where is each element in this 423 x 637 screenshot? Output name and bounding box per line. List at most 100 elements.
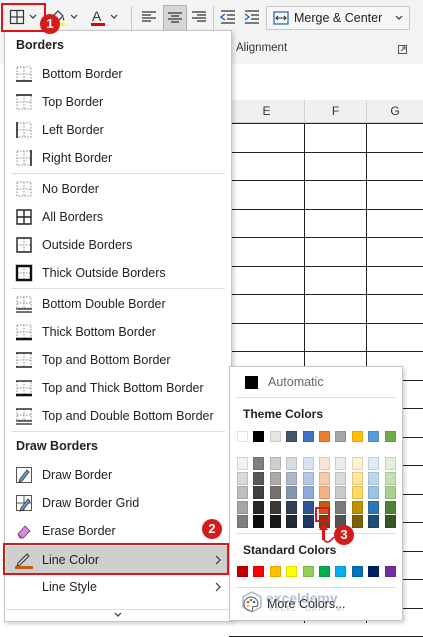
theme-shade-swatch[interactable]	[286, 515, 298, 528]
theme-shade-swatch[interactable]	[384, 486, 396, 499]
theme-shade-swatch[interactable]	[351, 486, 363, 499]
no-border-item[interactable]: No Border	[6, 176, 230, 202]
theme-shade-swatch[interactable]	[237, 471, 248, 485]
bottom-double-border-item[interactable]: Bottom Double Border	[6, 291, 230, 317]
standard-color-swatch[interactable]	[351, 566, 363, 577]
theme-shade-swatch[interactable]	[253, 515, 265, 528]
draw-border-grid-item[interactable]: Draw Border Grid	[6, 490, 230, 516]
theme-shade-swatch[interactable]	[253, 457, 265, 470]
thick-bottom-border-item[interactable]: Thick Bottom Border	[6, 319, 230, 345]
theme-shade-swatch[interactable]	[368, 500, 380, 514]
theme-color-swatch[interactable]	[269, 431, 281, 442]
theme-color-swatch[interactable]	[384, 431, 396, 442]
theme-shade-swatch[interactable]	[368, 515, 380, 528]
standard-color-swatch[interactable]	[319, 566, 330, 577]
font-color-button[interactable]: A	[86, 6, 120, 28]
all-borders-item[interactable]: All Borders	[6, 204, 230, 230]
theme-shade-swatch[interactable]	[302, 486, 314, 499]
align-center-button[interactable]	[163, 5, 187, 31]
draw-border-grid-icon	[16, 495, 32, 512]
automatic-color-option[interactable]: Automatic	[231, 371, 401, 393]
theme-shade-swatch[interactable]	[269, 515, 281, 528]
theme-shade-swatch[interactable]	[319, 486, 330, 499]
theme-shade-swatch[interactable]	[253, 486, 265, 499]
theme-shade-swatch[interactable]	[253, 471, 265, 485]
theme-shade-swatch[interactable]	[302, 471, 314, 485]
menu-scroll-down-button[interactable]	[6, 609, 230, 620]
theme-shade-swatch[interactable]	[384, 515, 396, 528]
theme-shade-swatch[interactable]	[237, 486, 248, 499]
dialog-launcher-icon[interactable]	[398, 45, 407, 54]
theme-shade-swatch[interactable]	[286, 471, 298, 485]
decrease-indent-button[interactable]	[217, 6, 239, 28]
theme-shade-swatch[interactable]	[286, 486, 298, 499]
theme-shade-swatch[interactable]	[351, 457, 363, 470]
theme-shade-swatch[interactable]	[319, 457, 330, 470]
theme-color-swatch[interactable]	[368, 431, 380, 442]
theme-shade-swatch[interactable]	[319, 471, 330, 485]
theme-shade-swatch[interactable]	[269, 457, 281, 470]
theme-shade-swatch[interactable]	[335, 457, 347, 470]
standard-color-swatch[interactable]	[253, 566, 265, 577]
top-border-item[interactable]: Top Border	[6, 89, 230, 115]
bottom-border-item[interactable]: Bottom Border	[6, 61, 230, 87]
top-and-bottom-border-item[interactable]: Top and Bottom Border	[6, 347, 230, 373]
theme-shade-swatch[interactable]	[302, 515, 314, 528]
theme-shade-swatch[interactable]	[351, 515, 363, 528]
theme-shade-swatch[interactable]	[237, 515, 248, 528]
chevron-down-icon	[110, 14, 117, 19]
increase-indent-button[interactable]	[241, 6, 263, 28]
theme-shade-swatch[interactable]	[384, 457, 396, 470]
theme-shade-swatch[interactable]	[269, 486, 281, 499]
theme-shade-swatch[interactable]	[351, 500, 363, 514]
standard-color-swatch[interactable]	[368, 566, 380, 577]
top-and-double-bottom-border-item[interactable]: Top and Double Bottom Border	[6, 403, 230, 429]
line-style-item[interactable]: Line Style	[6, 574, 230, 600]
draw-border-item[interactable]: Draw Border	[6, 462, 230, 488]
theme-shade-swatch[interactable]	[384, 500, 396, 514]
right-border-item[interactable]: Right Border	[6, 145, 230, 171]
theme-shade-swatch[interactable]	[335, 500, 347, 514]
theme-color-swatch[interactable]	[237, 431, 248, 442]
standard-color-swatch[interactable]	[237, 566, 248, 577]
theme-shade-swatch[interactable]	[302, 500, 314, 514]
theme-shade-swatch[interactable]	[286, 457, 298, 470]
standard-color-swatch[interactable]	[286, 566, 298, 577]
standard-color-swatch[interactable]	[302, 566, 314, 577]
theme-shade-swatch[interactable]	[368, 486, 380, 499]
theme-shade-swatch[interactable]	[302, 457, 314, 470]
theme-color-swatch[interactable]	[335, 431, 347, 442]
theme-color-swatch[interactable]	[351, 431, 363, 442]
theme-shade-swatch[interactable]	[335, 471, 347, 485]
theme-shade-swatch[interactable]	[237, 500, 248, 514]
theme-color-swatch[interactable]	[286, 431, 298, 442]
theme-color-swatch[interactable]	[253, 431, 265, 442]
theme-shade-swatch[interactable]	[368, 457, 380, 470]
thick-outside-borders-item[interactable]: Thick Outside Borders	[6, 260, 230, 286]
theme-shade-swatch[interactable]	[368, 471, 380, 485]
erase-border-item[interactable]: Erase Border	[6, 518, 230, 544]
standard-color-swatch[interactable]	[269, 566, 281, 577]
cell-row-line	[229, 294, 423, 295]
column-header-e[interactable]: E	[229, 100, 305, 123]
left-border-item[interactable]: Left Border	[6, 117, 230, 143]
theme-shade-swatch[interactable]	[351, 471, 363, 485]
align-right-button[interactable]	[188, 6, 210, 28]
theme-shade-swatch[interactable]	[253, 500, 265, 514]
theme-shade-swatch[interactable]	[286, 500, 298, 514]
column-header-f[interactable]: F	[305, 100, 367, 123]
outside-borders-item[interactable]: Outside Borders	[6, 232, 230, 258]
standard-color-swatch[interactable]	[384, 566, 396, 577]
column-header-g[interactable]: G	[367, 100, 423, 123]
theme-shade-swatch[interactable]	[335, 486, 347, 499]
theme-shade-swatch[interactable]	[269, 500, 281, 514]
standard-color-swatch[interactable]	[335, 566, 347, 577]
theme-color-swatch[interactable]	[319, 431, 330, 442]
theme-shade-swatch[interactable]	[269, 471, 281, 485]
top-and-thick-bottom-border-item[interactable]: Top and Thick Bottom Border	[6, 375, 230, 401]
theme-shade-swatch[interactable]	[237, 457, 248, 470]
theme-color-swatch[interactable]	[302, 431, 314, 442]
theme-shade-swatch[interactable]	[384, 471, 396, 485]
merge-center-button[interactable]: Merge & Center	[266, 6, 411, 30]
align-left-button[interactable]	[138, 6, 160, 28]
